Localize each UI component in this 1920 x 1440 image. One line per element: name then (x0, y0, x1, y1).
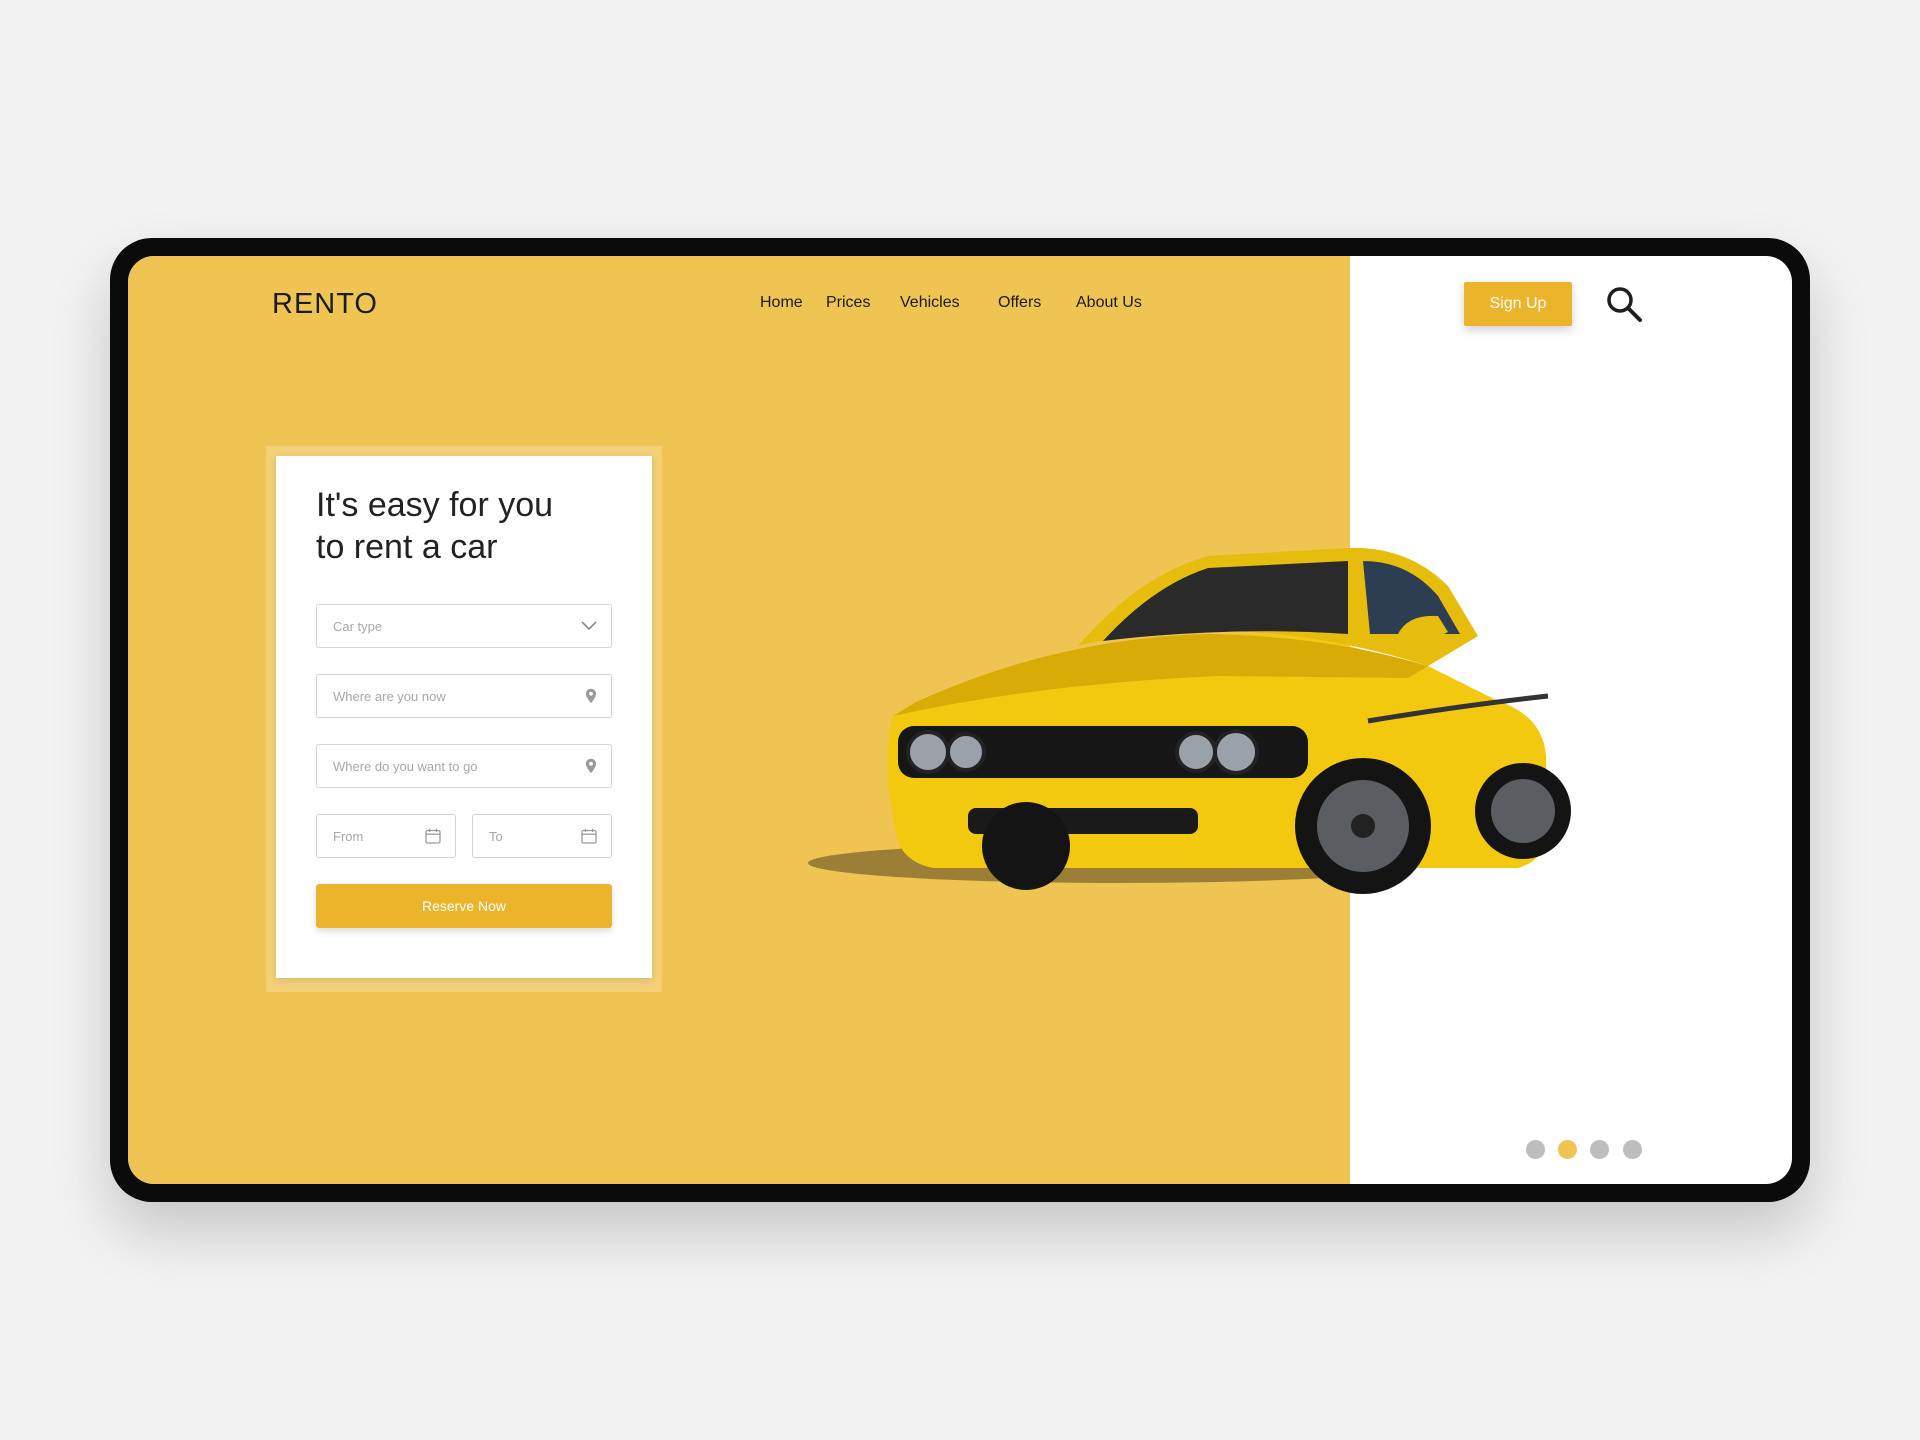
search-icon[interactable] (1604, 284, 1644, 324)
hero-title-line-2: to rent a car (316, 528, 498, 566)
to-date-field[interactable] (472, 814, 612, 858)
location-pin-icon (585, 758, 597, 774)
nav-item-vehicles[interactable]: Vehicles (900, 294, 960, 312)
sign-up-button[interactable]: Sign Up (1464, 282, 1572, 326)
calendar-icon (425, 828, 441, 844)
logo[interactable]: RENTO (272, 288, 378, 321)
device-frame: RENTO Home Prices Vehicles Offers About … (110, 238, 1810, 1202)
car-type-input[interactable] (317, 605, 611, 647)
carousel-dot-3[interactable] (1590, 1140, 1609, 1159)
car-image (808, 547, 1571, 894)
booking-card: It's easy for you to rent a car Car type… (276, 456, 652, 978)
carousel-dot-2[interactable] (1558, 1140, 1577, 1159)
nav-item-home[interactable]: Home (760, 294, 803, 312)
from-date-field[interactable] (316, 814, 456, 858)
carousel-dot-1[interactable] (1526, 1140, 1545, 1159)
destination-input[interactable] (317, 745, 611, 787)
reserve-now-button[interactable]: Reserve Now (316, 884, 612, 928)
nav-item-prices[interactable]: Prices (826, 294, 870, 312)
current-location-input[interactable] (317, 675, 611, 717)
destination-field[interactable] (316, 744, 612, 788)
chevron-down-icon (581, 621, 597, 631)
nav-item-about-us[interactable]: About Us (1076, 294, 1142, 312)
screen: RENTO Home Prices Vehicles Offers About … (128, 256, 1792, 1184)
nav-item-offers[interactable]: Offers (998, 294, 1041, 312)
calendar-icon (581, 828, 597, 844)
hero-title: It's easy for you to rent a car (316, 484, 616, 568)
location-pin-icon (585, 688, 597, 704)
current-location-field[interactable] (316, 674, 612, 718)
hero-title-line-1: It's easy for you (316, 486, 554, 524)
car-type-select[interactable] (316, 604, 612, 648)
carousel-dot-4[interactable] (1623, 1140, 1642, 1159)
